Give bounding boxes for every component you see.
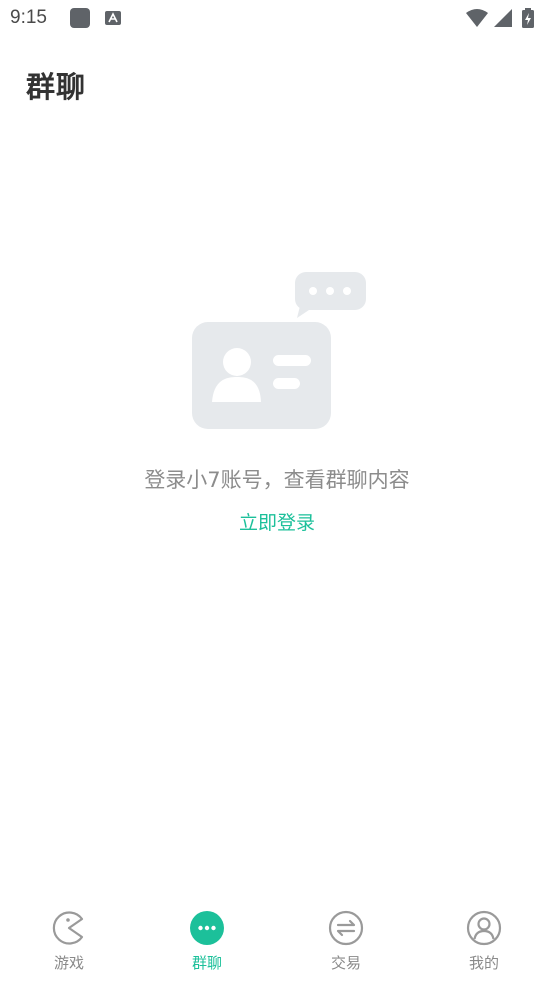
battery-icon [522,8,534,28]
chat-bubble-icon [190,911,224,945]
tab-trade-label: 交易 [330,954,361,972]
wifi-icon [466,9,488,27]
empty-state-message: 登录小7账号，查看群聊内容 [144,468,410,492]
page-title: 群聊 [26,70,87,104]
tab-games-label: 游戏 [53,954,84,972]
tab-group-chat[interactable]: 群聊 [138,900,276,984]
keyboard-a-icon [105,11,121,25]
id-card-illustration [192,322,331,429]
tab-mine-label: 我的 [468,954,499,972]
login-now-link[interactable]: 立即登录 [227,508,327,535]
contact-card-illustration [192,272,366,429]
user-icon [466,910,502,946]
tab-trade[interactable]: 交易 [277,900,415,984]
tab-games[interactable]: 游戏 [0,900,138,984]
tab-group-chat-label: 群聊 [191,954,222,972]
pacman-icon [52,911,84,945]
chat-bubble-illustration [295,272,366,318]
tab-mine[interactable]: 我的 [415,900,553,984]
exchange-icon [328,910,364,946]
bottom-tab-bar: 游戏 群聊 交易 我的 [0,900,554,984]
notification-app-icon [70,8,90,28]
status-time: 9:15 [10,7,47,28]
status-bar: 9:15 [0,0,554,36]
signal-icon [494,9,512,27]
status-indicators [466,8,534,28]
